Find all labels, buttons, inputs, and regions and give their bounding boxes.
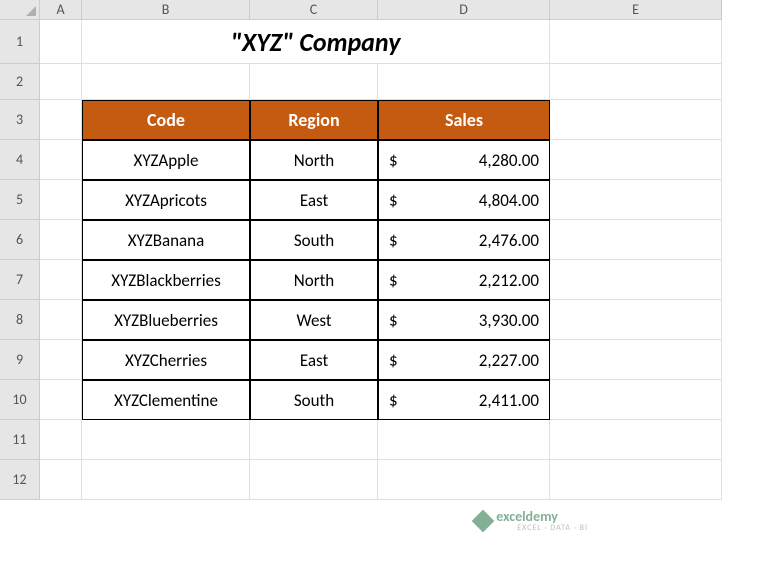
header-sales[interactable]: Sales bbox=[378, 100, 550, 140]
col-header-a[interactable]: A bbox=[40, 0, 82, 20]
cell-code-7[interactable]: XYZBlackberries bbox=[82, 260, 250, 300]
cell-sales-8[interactable]: $3,930.00 bbox=[378, 300, 550, 340]
header-region[interactable]: Region bbox=[250, 100, 378, 140]
sales-value: 4,804.00 bbox=[479, 190, 539, 211]
cell-region-5[interactable]: East bbox=[250, 180, 378, 220]
title-cell[interactable]: "XYZ" Company bbox=[82, 20, 550, 64]
row-header-12[interactable]: 12 bbox=[0, 460, 40, 500]
cell-d12[interactable] bbox=[378, 460, 550, 500]
cell-a3[interactable] bbox=[40, 100, 82, 140]
currency-symbol: $ bbox=[389, 230, 398, 251]
cell-e2[interactable] bbox=[550, 64, 722, 100]
cell-e12[interactable] bbox=[550, 460, 722, 500]
currency-symbol: $ bbox=[389, 190, 398, 211]
col-header-c[interactable]: C bbox=[250, 0, 378, 20]
sales-value: 3,930.00 bbox=[479, 310, 539, 331]
cell-e10[interactable] bbox=[550, 380, 722, 420]
cell-sales-5[interactable]: $4,804.00 bbox=[378, 180, 550, 220]
sales-value: 2,212.00 bbox=[479, 270, 539, 291]
cell-e1[interactable] bbox=[550, 20, 722, 64]
cell-a8[interactable] bbox=[40, 300, 82, 340]
cell-sales-9[interactable]: $2,227.00 bbox=[378, 340, 550, 380]
sales-value: 2,411.00 bbox=[479, 390, 539, 411]
cell-code-4[interactable]: XYZApple bbox=[82, 140, 250, 180]
cell-sales-10[interactable]: $2,411.00 bbox=[378, 380, 550, 420]
cell-region-7[interactable]: North bbox=[250, 260, 378, 300]
cell-c11[interactable] bbox=[250, 420, 378, 460]
watermark: exceldemy EXCEL · DATA · BI bbox=[475, 508, 588, 533]
cell-code-10[interactable]: XYZClementine bbox=[82, 380, 250, 420]
sales-value: 2,227.00 bbox=[479, 350, 539, 371]
row-header-3[interactable]: 3 bbox=[0, 100, 40, 140]
cell-a2[interactable] bbox=[40, 64, 82, 100]
cell-e7[interactable] bbox=[550, 260, 722, 300]
cell-region-6[interactable]: South bbox=[250, 220, 378, 260]
cell-region-4[interactable]: North bbox=[250, 140, 378, 180]
cell-region-9[interactable]: East bbox=[250, 340, 378, 380]
cell-a4[interactable] bbox=[40, 140, 82, 180]
cell-code-6[interactable]: XYZBanana bbox=[82, 220, 250, 260]
select-all-corner[interactable] bbox=[0, 0, 40, 20]
row-header-5[interactable]: 5 bbox=[0, 180, 40, 220]
cell-d2[interactable] bbox=[378, 64, 550, 100]
row-header-7[interactable]: 7 bbox=[0, 260, 40, 300]
col-header-e[interactable]: E bbox=[550, 0, 722, 20]
cell-code-8[interactable]: XYZBlueberries bbox=[82, 300, 250, 340]
currency-symbol: $ bbox=[389, 390, 398, 411]
cell-code-5[interactable]: XYZApricots bbox=[82, 180, 250, 220]
cell-d11[interactable] bbox=[378, 420, 550, 460]
cell-b2[interactable] bbox=[82, 64, 250, 100]
cell-a12[interactable] bbox=[40, 460, 82, 500]
row-header-10[interactable]: 10 bbox=[0, 380, 40, 420]
currency-symbol: $ bbox=[389, 350, 398, 371]
currency-symbol: $ bbox=[389, 310, 398, 331]
cell-sales-4[interactable]: $4,280.00 bbox=[378, 140, 550, 180]
cell-e6[interactable] bbox=[550, 220, 722, 260]
currency-symbol: $ bbox=[389, 270, 398, 291]
row-header-9[interactable]: 9 bbox=[0, 340, 40, 380]
currency-symbol: $ bbox=[389, 150, 398, 171]
cell-a11[interactable] bbox=[40, 420, 82, 460]
cell-a5[interactable] bbox=[40, 180, 82, 220]
cell-sales-7[interactable]: $2,212.00 bbox=[378, 260, 550, 300]
watermark-brand: exceldemy bbox=[496, 508, 588, 525]
cell-region-8[interactable]: West bbox=[250, 300, 378, 340]
cell-e9[interactable] bbox=[550, 340, 722, 380]
cell-region-10[interactable]: South bbox=[250, 380, 378, 420]
cell-a1[interactable] bbox=[40, 20, 82, 64]
sales-value: 4,280.00 bbox=[479, 150, 539, 171]
row-header-2[interactable]: 2 bbox=[0, 64, 40, 100]
cell-sales-6[interactable]: $2,476.00 bbox=[378, 220, 550, 260]
col-header-d[interactable]: D bbox=[378, 0, 550, 20]
watermark-tagline: EXCEL · DATA · BI bbox=[517, 523, 588, 533]
exceldemy-icon bbox=[472, 509, 495, 532]
row-header-8[interactable]: 8 bbox=[0, 300, 40, 340]
col-header-b[interactable]: B bbox=[82, 0, 250, 20]
watermark-text-stack: exceldemy EXCEL · DATA · BI bbox=[496, 508, 588, 533]
cell-b12[interactable] bbox=[82, 460, 250, 500]
cell-c12[interactable] bbox=[250, 460, 378, 500]
cell-a7[interactable] bbox=[40, 260, 82, 300]
cell-e4[interactable] bbox=[550, 140, 722, 180]
row-header-4[interactable]: 4 bbox=[0, 140, 40, 180]
header-code[interactable]: Code bbox=[82, 100, 250, 140]
cell-a6[interactable] bbox=[40, 220, 82, 260]
cell-e8[interactable] bbox=[550, 300, 722, 340]
cell-c2[interactable] bbox=[250, 64, 378, 100]
cell-a10[interactable] bbox=[40, 380, 82, 420]
cell-e5[interactable] bbox=[550, 180, 722, 220]
row-header-6[interactable]: 6 bbox=[0, 220, 40, 260]
sales-value: 2,476.00 bbox=[479, 230, 539, 251]
row-header-11[interactable]: 11 bbox=[0, 420, 40, 460]
cell-e3[interactable] bbox=[550, 100, 722, 140]
cell-code-9[interactable]: XYZCherries bbox=[82, 340, 250, 380]
row-header-1[interactable]: 1 bbox=[0, 20, 40, 64]
cell-b11[interactable] bbox=[82, 420, 250, 460]
cell-a9[interactable] bbox=[40, 340, 82, 380]
spreadsheet-grid: A B C D E 1 "XYZ" Company 2 3 Code Regio… bbox=[0, 0, 768, 500]
cell-e11[interactable] bbox=[550, 420, 722, 460]
